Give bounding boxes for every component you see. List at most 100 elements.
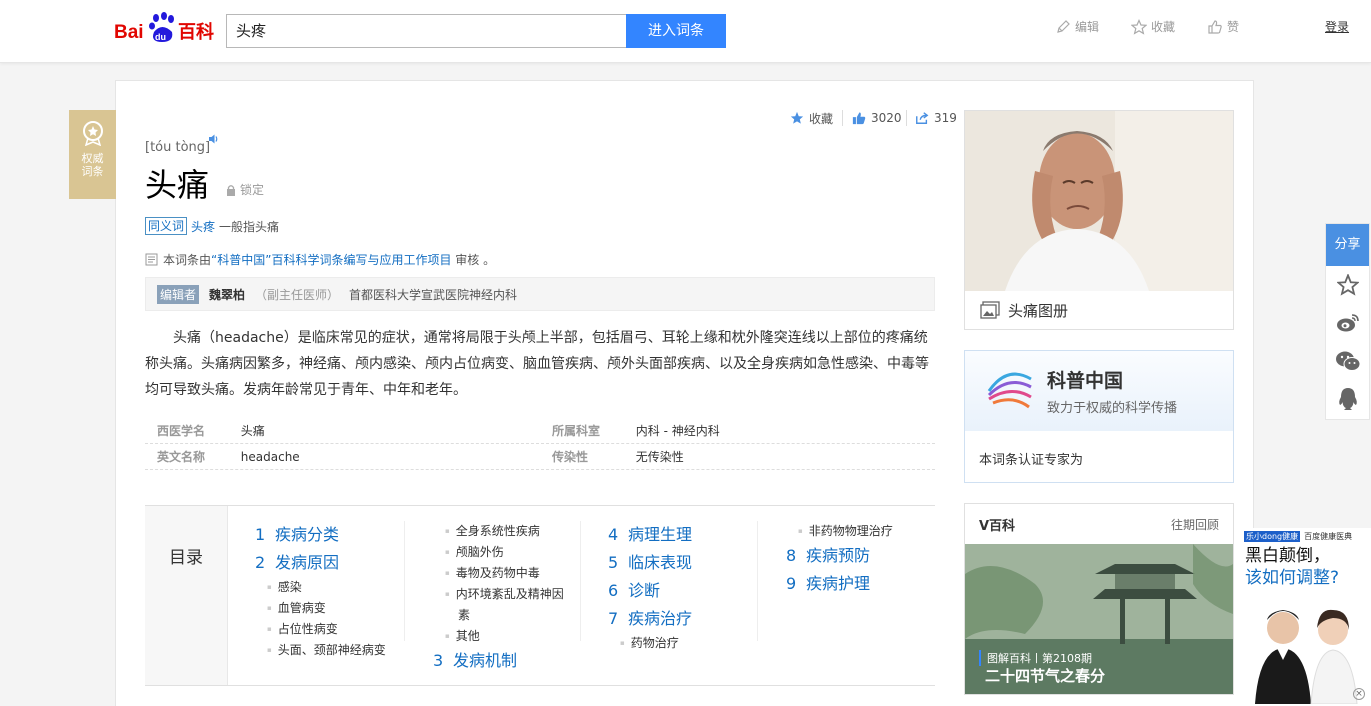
catalog-item[interactable]: 1 疾病分类 [255, 521, 386, 549]
star-filled-icon [790, 111, 804, 124]
catalog-item-label: 发病原因 [275, 553, 340, 572]
catalog: 目录 1 疾病分类 2 发病原因感染血管病变占位性病变头面、颈部神经病变 全身系统性疾… [145, 505, 935, 686]
thumbs-up-icon [1208, 20, 1222, 34]
pinyin: [tóu tòng] [145, 140, 211, 155]
catalog-item-number: 4 [608, 525, 619, 544]
kepu-subtitle: 致力于权威的科学传播 [1047, 401, 1178, 416]
basic-info-row: 英文名称 headache 传染性 无传染性 [145, 444, 935, 470]
catalog-col-1: 1 疾病分类 2 发病原因感染血管病变占位性病变头面、颈部神经病变 [255, 521, 386, 661]
ad-close-icon[interactable]: × [1353, 688, 1365, 700]
catalog-subitem[interactable]: 药物治疗 [608, 633, 692, 654]
catalog-subitem[interactable]: 内环境紊乱及精神因 [433, 584, 583, 605]
catalog-item-label: 疾病分类 [275, 525, 340, 544]
catalog-item[interactable]: 2 发病原因 [255, 549, 386, 577]
catalog-item[interactable]: 8 疾病预防 [786, 542, 893, 570]
catalog-item-label: 临床表现 [628, 553, 693, 572]
search-input[interactable]: 头疼 [226, 14, 627, 48]
badge-line2: 词条 [81, 165, 104, 178]
synonym-link[interactable]: 头疼 [191, 218, 215, 235]
catalog-item[interactable]: 7 疾病治疗 [608, 605, 692, 633]
headache-photo[interactable] [965, 111, 1233, 291]
review-note: 本词条由“科普中国”百科科学词条编写与应用工作项目 审核 。 [145, 251, 495, 268]
v-baike-headline: 二十四节气之春分 [985, 667, 1106, 685]
review-prefix: 本词条由 [163, 253, 212, 267]
review-project-link[interactable]: “科普中国”百科科学词条编写与应用工作项目 [211, 253, 451, 267]
login-link[interactable]: 登录 [1325, 18, 1349, 35]
svg-text:百科: 百科 [178, 21, 214, 43]
stat-divider [842, 110, 843, 126]
share-label[interactable]: 分享 [1326, 224, 1369, 266]
qq-icon[interactable] [1326, 380, 1369, 418]
album-card[interactable]: 头痛图册 [964, 110, 1234, 330]
basic-info-row: 西医学名 头痛 所属科室 内科 - 神经内科 [145, 418, 935, 444]
lock-label: 锁定 [240, 183, 265, 197]
ad-brand: 乐小dong健康 百度健康医典 [1240, 528, 1371, 545]
catalog-item[interactable]: 5 临床表现 [608, 549, 692, 577]
catalog-subitem[interactable]: 感染 [255, 577, 386, 598]
album-icon [980, 301, 1000, 319]
catalog-subitem[interactable]: 占位性病变 [255, 619, 386, 640]
baidu-baike-logo[interactable]: Bai du 百科 [114, 10, 218, 44]
ad-headline-2: 该如何调整? [1245, 568, 1340, 588]
stat-divider [906, 110, 907, 126]
weibo-icon[interactable] [1326, 304, 1369, 342]
authority-badge[interactable]: 权威 词条 [69, 110, 116, 199]
like-count: 3020 [871, 111, 902, 125]
kepu-china-card[interactable]: 科普中国 致力于权威的科学传播 本词条认证专家为 [964, 350, 1234, 483]
basic-value: 内科 - 神经内科 [635, 424, 720, 438]
speaker-icon[interactable] [208, 133, 220, 148]
basic-key: 西医学名 [157, 424, 206, 438]
catalog-item-number: 5 [608, 553, 619, 572]
catalog-subitem[interactable]: 血管病变 [255, 598, 386, 619]
catalog-item-label: 诊断 [628, 581, 661, 600]
editor-name[interactable]: 魏翠柏 [209, 286, 245, 303]
entry-collect-button[interactable]: 收藏 [790, 110, 833, 126]
kepu-logo-icon [987, 372, 1032, 409]
entry-like-button[interactable]: 3020 [852, 110, 902, 126]
catalog-item[interactable]: 9 疾病护理 [786, 570, 893, 598]
catalog-divider [404, 521, 405, 641]
basic-key: 传染性 [552, 450, 589, 464]
favorite-star-icon[interactable] [1326, 266, 1369, 304]
ad-brand-1: 乐小dong健康 [1244, 531, 1301, 542]
editor-tag: 编辑者 [157, 284, 200, 304]
catalog-subitem[interactable]: 非药物物理治疗 [786, 521, 893, 542]
catalog-divider [757, 521, 758, 641]
catalog-item[interactable]: 3 发病机制 [433, 647, 583, 675]
catalog-subitem[interactable]: 全身系统性疾病 [433, 521, 583, 542]
past-issues-link[interactable]: 往期回顾 [1171, 516, 1219, 533]
catalog-subitem[interactable]: 素 [433, 605, 583, 626]
kepu-title: 科普中国 [1047, 370, 1124, 392]
catalog-title: 目录 [145, 506, 228, 685]
catalog-subitem[interactable]: 毒物及药物中毒 [433, 563, 583, 584]
catalog-item[interactable]: 4 病理生理 [608, 521, 692, 549]
ad-banner[interactable]: 乐小dong健康 百度健康医典 黑白颠倒， 该如何调整? × [1240, 528, 1371, 706]
ad-brand-2: 百度健康医典 [1304, 532, 1353, 541]
kepu-header: 科普中国 致力于权威的科学传播 [965, 351, 1233, 431]
v-baike-video[interactable]: 图解百科丨第2108期 二十四节气之春分 [965, 544, 1233, 694]
album-caption: 头痛图册 [1008, 301, 1069, 320]
editor-box: 编辑者 魏翠柏 （副主任医师） 首都医科大学宣武医院神经内科 [145, 277, 935, 311]
thumbs-up-filled-icon [852, 112, 866, 125]
entry-share-button[interactable]: 319 [915, 110, 957, 126]
catalog-subitem[interactable]: 头面、颈部神经病变 [255, 640, 386, 661]
catalog-item-label: 发病机制 [453, 651, 518, 670]
collect-button[interactable]: 收藏 [1131, 18, 1175, 36]
v-baike-card: V百科 往期回顾 图解百科丨第2108期 二十四节气之春分 [964, 503, 1234, 695]
album-caption-row[interactable]: 头痛图册 [965, 291, 1233, 329]
catalog-subitem[interactable]: 颅脑外伤 [433, 542, 583, 563]
editor-role: （副主任医师） [255, 287, 340, 302]
lock-status: 锁定 [226, 181, 264, 198]
enter-entry-button[interactable]: 进入词条 [626, 14, 726, 48]
catalog-item-label: 疾病护理 [806, 574, 871, 593]
catalog-item-number: 6 [608, 581, 619, 600]
catalog-subitem[interactable]: 其他 [433, 626, 583, 647]
editor-hospital: 首都医科大学宣武医院神经内科 [349, 287, 518, 302]
catalog-col-2: 全身系统性疾病颅脑外伤毒物及药物中毒内环境紊乱及精神因素其他 3 发病机制 [433, 521, 583, 675]
wechat-icon[interactable] [1326, 342, 1369, 380]
like-button[interactable]: 赞 [1207, 18, 1239, 36]
ad-headline-1: 黑白颠倒， [1245, 546, 1330, 566]
catalog-item[interactable]: 6 诊断 [608, 577, 692, 605]
edit-button[interactable]: 编辑 [1055, 18, 1099, 36]
pencil-icon [1057, 20, 1070, 33]
